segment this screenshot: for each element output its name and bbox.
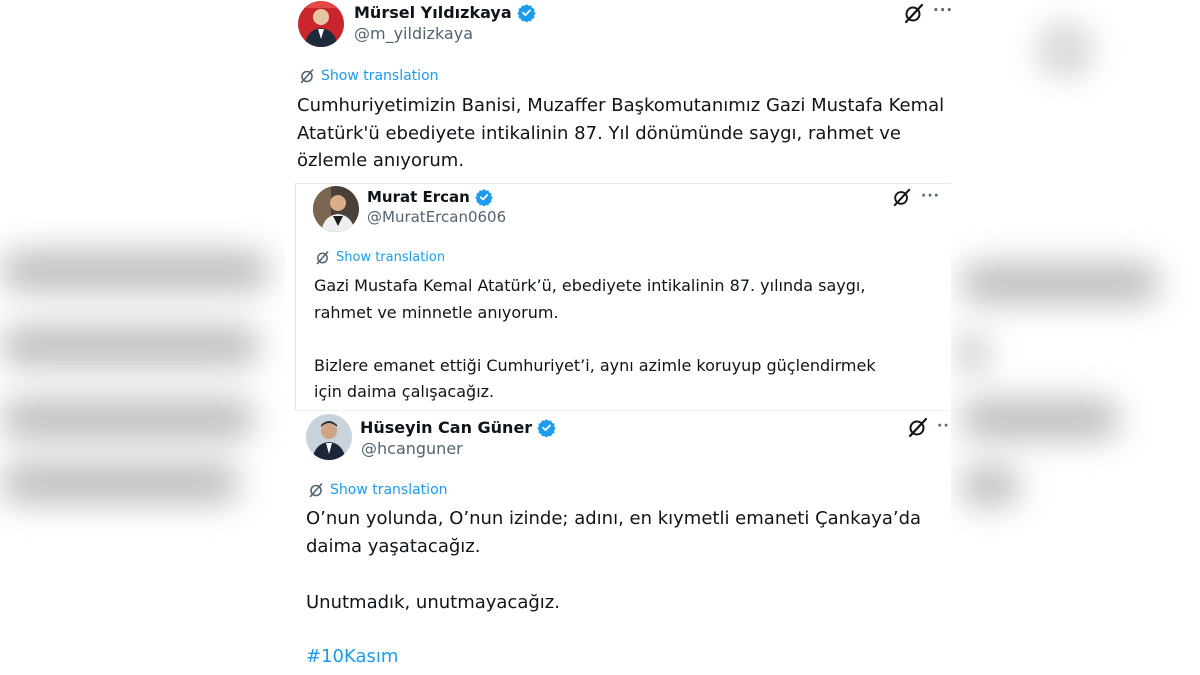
tweet-murat[interactable]: Murat Ercan @MuratErcan0606 ··· Show tra… [285,183,951,410]
more-options-icon[interactable]: ··· [937,420,951,432]
verified-badge-icon [537,418,556,437]
blurred-text-line [960,398,1120,440]
author-handle[interactable]: @MuratErcan0606 [367,208,506,226]
show-translation-link[interactable]: Show translation [315,250,445,265]
avatar[interactable] [313,186,359,232]
show-translation-link[interactable]: Show translation [308,482,448,498]
grok-icon[interactable] [903,2,925,28]
blurred-text-line [960,332,985,374]
author-handle[interactable]: @m_yildizkaya [354,24,473,43]
blurred-text-line [960,262,1160,304]
author-row: Murat Ercan [367,185,493,209]
tweet-text: Gazi Mustafa Kemal Atatürk’ü, ebediyete … [314,276,876,401]
translate-icon [316,251,329,265]
show-translation-link[interactable]: Show translation [299,68,439,84]
blurred-text-line [0,398,255,440]
tweet-mursel[interactable]: Mürsel Yıldızkaya @m_yildizkaya ··· Show… [285,0,953,183]
grok-icon[interactable] [892,187,912,211]
blurred-text-line [960,465,1020,507]
grok-icon[interactable] [907,416,929,442]
more-options-icon[interactable]: ··· [921,189,940,203]
show-translation-label: Show translation [336,250,446,265]
show-translation-label: Show translation [330,482,448,498]
blurred-text-line [0,325,260,367]
verified-badge-icon [475,188,493,206]
author-row: Hüseyin Can Güner [360,415,556,439]
show-translation-label: Show translation [321,68,439,84]
author-name[interactable]: Mürsel Yıldızkaya [354,3,512,22]
blurred-text-line [0,462,240,504]
author-name[interactable]: Hüseyin Can Güner [360,418,532,437]
tweet-column: Mürsel Yıldızkaya @m_yildizkaya ··· Show… [285,0,953,675]
blurred-text-line [0,250,270,292]
tweet-text: Cumhuriyetimizin Banisi, Muzaffer Başkom… [297,95,945,171]
translate-icon [300,69,314,84]
translate-icon [309,483,323,498]
more-options-icon[interactable]: ··· [933,3,953,18]
hashtag-link[interactable]: #10Kasım [306,643,398,671]
author-name[interactable]: Murat Ercan [367,188,470,206]
tweet-huseyin[interactable]: Hüseyin Can Güner @hcanguner ··· Show tr… [285,411,951,675]
avatar[interactable] [298,1,344,47]
author-row: Mürsel Yıldızkaya [354,0,536,24]
author-handle[interactable]: @hcanguner [361,439,463,458]
avatar[interactable] [306,414,352,460]
tweet-text: O’nun yolunda, O’nun izinde; adını, en k… [306,508,922,613]
verified-badge-icon [516,3,536,22]
blurred-shape [1035,20,1095,80]
